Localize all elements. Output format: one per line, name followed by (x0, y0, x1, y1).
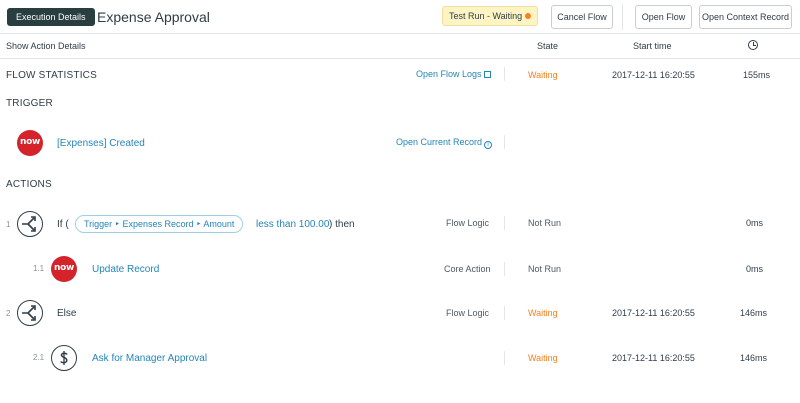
action-start-time: 2017-12-11 16:20:55 (612, 308, 695, 318)
state-column-header: State (537, 41, 559, 51)
column-header-row: Show Action Details State Start time (0, 34, 800, 59)
column-divider (504, 67, 505, 81)
data-pill-trigger-amount[interactable]: Trigger ‣ Expenses Record ‣ Amount (75, 215, 244, 233)
open-flow-logs-text: Open Flow Logs (416, 69, 482, 79)
action-name-link[interactable]: Update Record (92, 264, 159, 275)
actions-section-label: ACTIONS (6, 179, 52, 190)
flow-logic-branch-icon (17, 300, 43, 326)
column-divider (504, 262, 505, 276)
servicenow-logo-icon (17, 130, 43, 156)
action-name-link[interactable]: Ask for Manager Approval (92, 353, 207, 364)
action-number: 1.1 (33, 264, 45, 273)
status-dot-icon (525, 13, 531, 19)
start-time-column-header: Start time (633, 41, 672, 51)
open-current-record-link[interactable]: Open Current Record i (396, 137, 493, 149)
action-type: Flow Logic (446, 308, 490, 318)
open-context-record-button[interactable]: Open Context Record (699, 5, 792, 29)
action-number: 2.1 (33, 353, 45, 362)
action-start-time: 2017-12-11 16:20:55 (612, 353, 695, 363)
action-state: Waiting (528, 353, 558, 363)
open-flow-logs-link[interactable]: Open Flow Logs (416, 69, 491, 79)
execution-details-tab[interactable]: Execution Details (7, 8, 95, 26)
action-duration: 146ms (740, 308, 768, 318)
approval-dollar-icon (51, 345, 77, 371)
action-state: Not Run (528, 264, 562, 274)
cancel-flow-button[interactable]: Cancel Flow (551, 5, 613, 29)
servicenow-logo-icon (51, 256, 77, 282)
column-divider (504, 351, 505, 365)
info-icon: i (484, 141, 493, 149)
action-duration: 0ms (746, 218, 764, 228)
toolbar-divider (622, 4, 623, 30)
action-number: 1 (6, 220, 11, 229)
trigger-section-label: TRIGGER (6, 98, 53, 109)
action-duration: 0ms (746, 264, 764, 274)
status-text: Test Run - Waiting (449, 11, 523, 21)
action-type: Core Action (444, 264, 491, 274)
action-number: 2 (6, 309, 11, 318)
if-prefix: If ( (57, 219, 69, 230)
show-action-details-toggle[interactable]: Show Action Details (6, 41, 86, 51)
column-divider (504, 135, 505, 149)
condition-text: less than 100.00 (256, 219, 330, 230)
action-duration: 146ms (740, 353, 768, 363)
clock-icon (748, 40, 758, 50)
status-badge: Test Run - Waiting (442, 6, 538, 26)
flow-state: Waiting (528, 70, 558, 80)
flow-duration: 155ms (743, 70, 771, 80)
open-flow-button[interactable]: Open Flow (635, 5, 692, 29)
action-type: Flow Logic (446, 218, 490, 228)
then-suffix: ) then (329, 219, 355, 230)
external-link-icon (483, 71, 491, 78)
else-label: Else (57, 308, 77, 319)
column-divider (504, 216, 505, 230)
trigger-name-link[interactable]: [Expenses] Created (57, 138, 145, 149)
page-title: Expense Approval (97, 9, 210, 25)
action-state: Not Run (528, 218, 562, 228)
flow-start-time: 2017-12-11 16:20:55 (612, 70, 695, 80)
flow-logic-branch-icon (17, 211, 43, 237)
open-current-record-text: Open Current Record (396, 137, 483, 147)
column-divider (504, 306, 505, 320)
action-state: Waiting (528, 308, 558, 318)
flow-statistics-label: FLOW STATISTICS (6, 70, 97, 81)
header-bar: Execution Details Expense Approval Test … (0, 0, 800, 34)
